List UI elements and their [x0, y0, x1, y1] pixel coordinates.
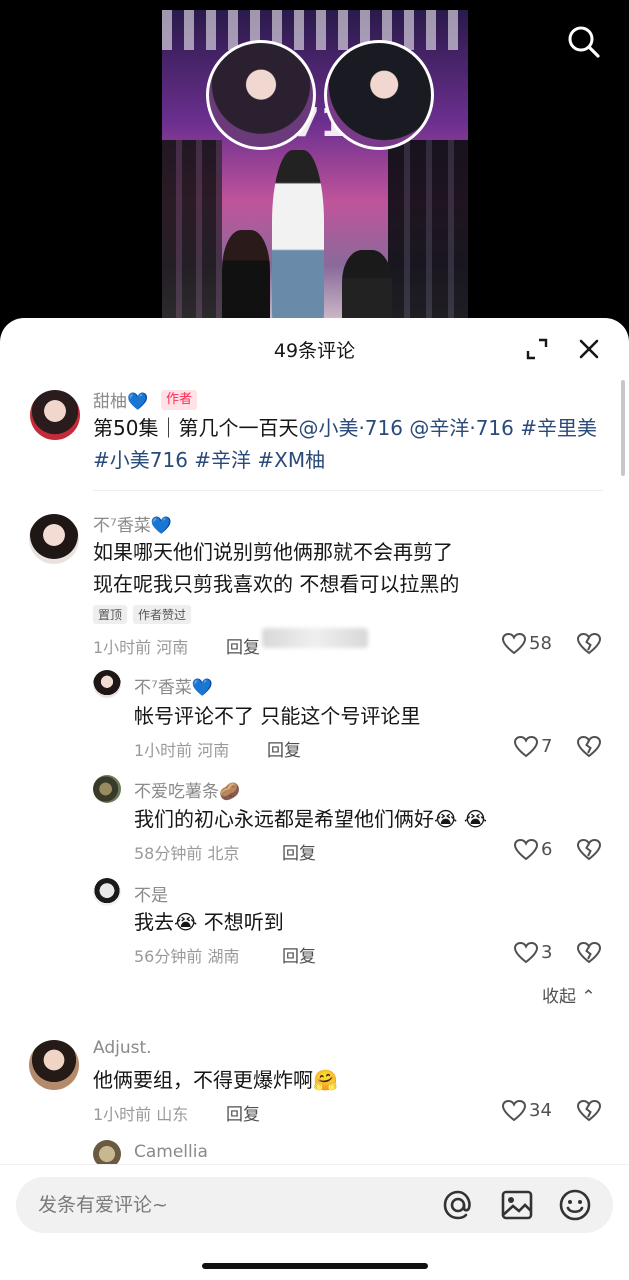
search-icon[interactable]: [566, 24, 602, 60]
commenter-name[interactable]: 不⁷香菜💙: [93, 511, 172, 536]
collapse-replies-button[interactable]: 收起 ⌃: [542, 982, 596, 1007]
author-post-text: 第50集｜第几个一百天@小美·716 @辛洋·716 #辛里美 #小美716 #…: [93, 412, 603, 476]
comment-sheet: 49条评论 甜柚💙 作者 第50集｜第几个一百天@小美·716 @辛洋·716 …: [0, 318, 629, 1280]
comment-text: 我去😭 不想听到: [134, 910, 284, 934]
commenter-name[interactable]: Camellia: [134, 1142, 208, 1162]
comment-line: 现在呢我只剪我喜欢的 不想看可以拉黑的: [93, 572, 460, 596]
reply-button[interactable]: 回复: [282, 839, 316, 864]
like-count: 7: [541, 736, 553, 757]
author-badge: 作者: [161, 390, 197, 410]
avatar[interactable]: [30, 390, 80, 440]
heart-break-icon[interactable]: [576, 837, 602, 863]
heart-icon[interactable]: [513, 940, 539, 966]
stage-lights: [162, 10, 468, 50]
hashtag-link[interactable]: #辛洋: [194, 448, 251, 472]
crowd-left: [162, 140, 222, 330]
video-frame[interactable]: 716: [162, 10, 468, 330]
reply-button[interactable]: 回复: [226, 633, 260, 658]
avatar[interactable]: [93, 775, 121, 803]
figure-woman: [222, 230, 270, 330]
commenter-name[interactable]: Adjust.: [93, 1038, 152, 1058]
comment-text: 我们的初心永远都是希望他们俩好😭 😭: [134, 807, 488, 831]
comment-time-location: 1小时前 山东: [93, 1105, 189, 1124]
avatar[interactable]: [93, 670, 121, 698]
comment-line: 如果哪天他们说别剪他俩那就不会再剪了: [93, 540, 453, 564]
comment-time-location: 56分钟前 湖南: [134, 947, 240, 966]
commenter-name[interactable]: 不爱吃薯条🥔: [134, 777, 240, 802]
expand-icon[interactable]: [524, 336, 550, 362]
home-indicator: [202, 1263, 428, 1269]
mention-link[interactable]: @辛洋·716: [409, 416, 514, 440]
reply-button[interactable]: 回复: [226, 1100, 260, 1125]
heart-icon[interactable]: [501, 631, 527, 657]
sheet-header: 49条评论: [0, 318, 629, 378]
close-icon[interactable]: [576, 336, 602, 362]
reply-button[interactable]: 回复: [267, 736, 301, 761]
avatar[interactable]: [29, 514, 79, 564]
hashtag-link[interactable]: #小美716: [93, 448, 188, 472]
figure-man: [272, 150, 324, 330]
author-name[interactable]: 甜柚💙: [93, 387, 148, 412]
like-count: 58: [529, 633, 552, 654]
comment-text: 如果哪天他们说别剪他俩那就不会再剪了 现在呢我只剪我喜欢的 不想看可以拉黑的: [93, 536, 603, 600]
heart-icon[interactable]: [513, 837, 539, 863]
hashtag-link[interactable]: #XM柚: [257, 448, 325, 472]
like-count: 3: [541, 942, 553, 963]
heart-icon[interactable]: [513, 734, 539, 760]
post-text: 第50集｜第几个一百天: [93, 416, 299, 440]
heart-break-icon[interactable]: [576, 631, 602, 657]
comment-text: 帐号评论不了 只能这个号评论里: [134, 704, 421, 728]
author-liked-tag: 作者赞过: [133, 605, 192, 624]
like-count: 34: [529, 1100, 552, 1121]
hashtag-link[interactable]: #辛里美: [520, 416, 597, 440]
commenter-name[interactable]: 不是: [134, 881, 168, 906]
heart-break-icon[interactable]: [576, 1098, 602, 1124]
pinned-tag: 置顶: [93, 605, 128, 624]
emoji-icon[interactable]: [557, 1187, 593, 1223]
comment-input-bar: [0, 1164, 629, 1280]
divider: [93, 490, 603, 491]
heart-icon[interactable]: [501, 1098, 527, 1124]
heart-break-icon[interactable]: [576, 734, 602, 760]
reply-button[interactable]: 回复: [282, 942, 316, 967]
heart-break-icon[interactable]: [576, 940, 602, 966]
comment-time-location: 1小时前 河南: [93, 638, 189, 657]
image-icon[interactable]: [499, 1187, 535, 1223]
blurred-text: [262, 628, 368, 648]
comment-time-location: 1小时前 河南: [134, 741, 230, 760]
at-icon[interactable]: [440, 1187, 476, 1223]
comment-time-location: 58分钟前 北京: [134, 844, 240, 863]
avatar[interactable]: [29, 1040, 79, 1090]
mention-link[interactable]: @小美·716: [298, 416, 403, 440]
video-player[interactable]: 716: [0, 0, 629, 330]
commenter-name[interactable]: 不⁷香菜💙: [134, 673, 213, 698]
scrollbar[interactable]: [621, 380, 625, 476]
crowd-right: [388, 140, 468, 330]
inset-circle-right: [324, 40, 434, 150]
avatar[interactable]: [93, 878, 121, 906]
comment-tags: 置顶 作者赞过: [93, 604, 197, 624]
comment-text: 他俩要组，不得更爆炸啊🤗: [93, 1068, 338, 1092]
inset-circle-left: [206, 40, 316, 150]
like-count: 6: [541, 839, 553, 860]
